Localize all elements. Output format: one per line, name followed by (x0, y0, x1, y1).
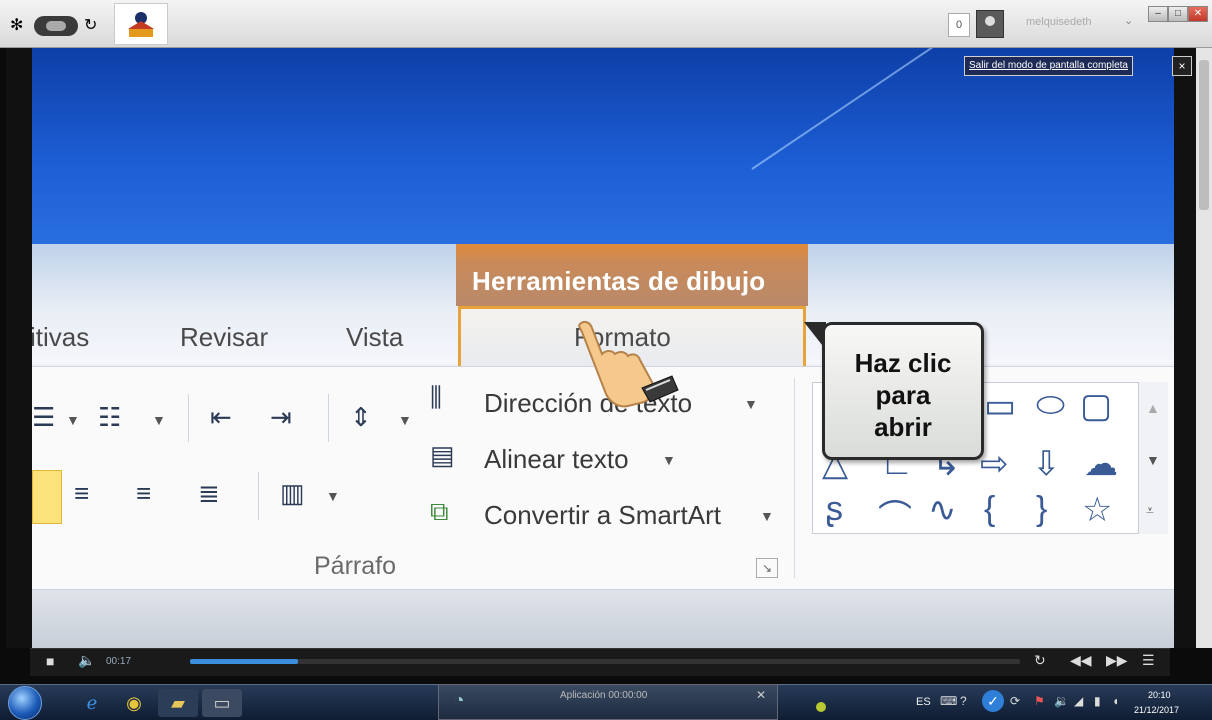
left-brace-shape-icon[interactable]: { (984, 490, 995, 529)
down-arrow-shape-icon[interactable]: ⇩ (1032, 444, 1061, 484)
username-label[interactable]: melquisedeth (1026, 16, 1091, 28)
help-icon[interactable]: ? (960, 694, 967, 708)
dialog-launcher-icon[interactable]: ↘ (756, 558, 778, 578)
right-brace-shape-icon[interactable]: } (1036, 490, 1047, 529)
volume-icon[interactable]: 🔈 (78, 652, 95, 669)
page-scrollbar-thumb[interactable] (1199, 60, 1209, 210)
site-logo[interactable] (114, 3, 168, 45)
star-shape-icon[interactable]: ☆ (1082, 490, 1112, 530)
close-icon[interactable]: ✕ (756, 688, 766, 702)
folder-icon[interactable]: ▰ (158, 689, 198, 717)
close-window-button[interactable]: ✕ (1188, 6, 1208, 22)
increase-indent-icon[interactable]: ⇥ (270, 402, 292, 433)
divider (328, 394, 329, 442)
tab-vista[interactable]: Vista (346, 322, 403, 353)
tab-revisar[interactable]: Revisar (180, 322, 268, 353)
status-dot-icon (816, 702, 826, 712)
gallery-more-icon[interactable]: ⩡ (1146, 502, 1154, 519)
clock-date[interactable]: 21/12/2017 (1134, 705, 1179, 715)
desktop-background (32, 48, 1174, 248)
divider (188, 394, 189, 442)
smartart-icon[interactable]: ⧉ (430, 496, 449, 528)
battery-icon[interactable]: ▮ (1094, 694, 1101, 708)
keyboard-icon[interactable]: ⌨ (940, 694, 957, 708)
speaker-icon[interactable]: ◖ (1112, 694, 1119, 708)
divider (258, 472, 259, 520)
arc-shape-icon[interactable]: ⌒ (878, 490, 912, 539)
group-label: Párrafo (314, 552, 396, 580)
numbering-icon[interactable]: ☷ (98, 402, 121, 433)
chevron-down-icon[interactable]: ▼ (66, 412, 80, 428)
align-left-button[interactable] (32, 470, 62, 524)
start-button[interactable] (8, 686, 42, 720)
active-task-label: Aplicación 00:00:00 (560, 690, 648, 701)
seek-progress[interactable] (190, 659, 298, 664)
chevron-down-icon[interactable]: ▼ (760, 508, 774, 524)
toggle-switch[interactable] (34, 16, 78, 36)
curve-shape-icon[interactable]: ∿ (928, 490, 957, 530)
contextual-tab-title: Herramientas de dibujo (472, 266, 766, 296)
clock-time[interactable]: 20:10 (1148, 690, 1171, 700)
chevron-down-icon[interactable]: ⌄ (1124, 14, 1133, 27)
tab-animaciones[interactable]: itivas (32, 322, 89, 353)
replay-icon[interactable]: ↻ (1034, 652, 1046, 669)
video-frame[interactable]: Herramientas de dibujo itivas Revisar Vi… (6, 48, 1196, 648)
sync-icon[interactable]: ⟳ (1010, 694, 1020, 708)
app-icon: ◔ (453, 690, 465, 710)
volume-tray-icon[interactable]: 🔉 (1054, 694, 1069, 708)
hand-cursor-icon (578, 320, 679, 408)
flag-icon[interactable]: ⚑ (1034, 694, 1045, 708)
rectangle-shape-icon[interactable]: ▭ (984, 386, 1016, 426)
playlist-icon[interactable]: ☰ (1142, 652, 1155, 669)
internet-explorer-icon[interactable]: ℯ (72, 689, 112, 717)
network-status-icon[interactable]: ✓ (982, 690, 1004, 712)
group-divider (794, 378, 795, 578)
maximize-button[interactable]: □ (1168, 6, 1188, 22)
logo-icon (128, 12, 154, 37)
settings-icon[interactable]: ✻ (10, 15, 23, 35)
window-thumbnail-icon[interactable]: ▭ (202, 689, 242, 717)
stop-icon[interactable]: ■ (46, 653, 54, 669)
seek-bar[interactable] (190, 659, 1020, 664)
avatar[interactable] (976, 10, 1004, 38)
scroll-down-icon[interactable]: ▼ (1146, 452, 1160, 468)
chrome-icon[interactable]: ◉ (114, 689, 154, 717)
align-center-icon[interactable]: ≡ (74, 478, 89, 509)
rewind-icon[interactable]: ◀◀ (1070, 652, 1092, 669)
cloud-shape-icon[interactable]: ☁ (1084, 444, 1118, 484)
wifi-icon[interactable]: ◢ (1074, 694, 1083, 708)
decrease-indent-icon[interactable]: ⇤ (210, 402, 232, 433)
bullets-icon[interactable]: ☰ (32, 402, 55, 433)
convert-smartart-button[interactable]: Convertir a SmartArt (484, 500, 721, 531)
slide-area (32, 590, 1174, 648)
callout-text: Haz clic para abrir (854, 348, 952, 442)
columns-icon[interactable]: ▥ (280, 478, 305, 509)
notification-count[interactable]: 0 (948, 13, 970, 37)
refresh-icon[interactable]: ↻ (84, 15, 97, 35)
oval-shape-icon[interactable]: ⬭ (1036, 386, 1065, 425)
justify-icon[interactable]: ≣ (198, 478, 220, 509)
text-direction-icon[interactable]: ⫼ (430, 382, 442, 414)
rounded-rectangle-shape-icon[interactable]: ▢ (1080, 386, 1112, 426)
video-content: Herramientas de dibujo itivas Revisar Vi… (32, 48, 1174, 648)
scroll-up-icon[interactable]: ▲ (1146, 400, 1160, 416)
align-right-icon[interactable]: ≡ (136, 478, 151, 509)
line-spacing-icon[interactable]: ⇕ (350, 402, 372, 433)
align-text-button[interactable]: Alinear texto (484, 444, 629, 475)
minimize-button[interactable]: – (1148, 6, 1168, 22)
chevron-down-icon[interactable]: ▼ (398, 412, 412, 428)
chevron-down-icon[interactable]: ▼ (662, 452, 676, 468)
close-icon[interactable]: × (1172, 56, 1192, 76)
right-arrow-shape-icon[interactable]: ⇨ (980, 444, 1009, 484)
tutorial-callout: Haz clic para abrir (822, 322, 984, 460)
chevron-down-icon[interactable]: ▼ (744, 396, 758, 412)
language-indicator[interactable]: ES (916, 696, 931, 708)
chevron-down-icon[interactable]: ▼ (326, 488, 340, 504)
freeform-shape-icon[interactable]: ʂ (826, 490, 843, 529)
chevron-down-icon[interactable]: ▼ (152, 412, 166, 428)
elapsed-time: 00:17 (106, 656, 132, 667)
exit-fullscreen-link[interactable]: Salir del modo de pantalla completa (964, 56, 1133, 76)
fast-forward-icon[interactable]: ▶▶ (1106, 652, 1128, 669)
align-text-icon[interactable]: ▤ (430, 440, 455, 471)
